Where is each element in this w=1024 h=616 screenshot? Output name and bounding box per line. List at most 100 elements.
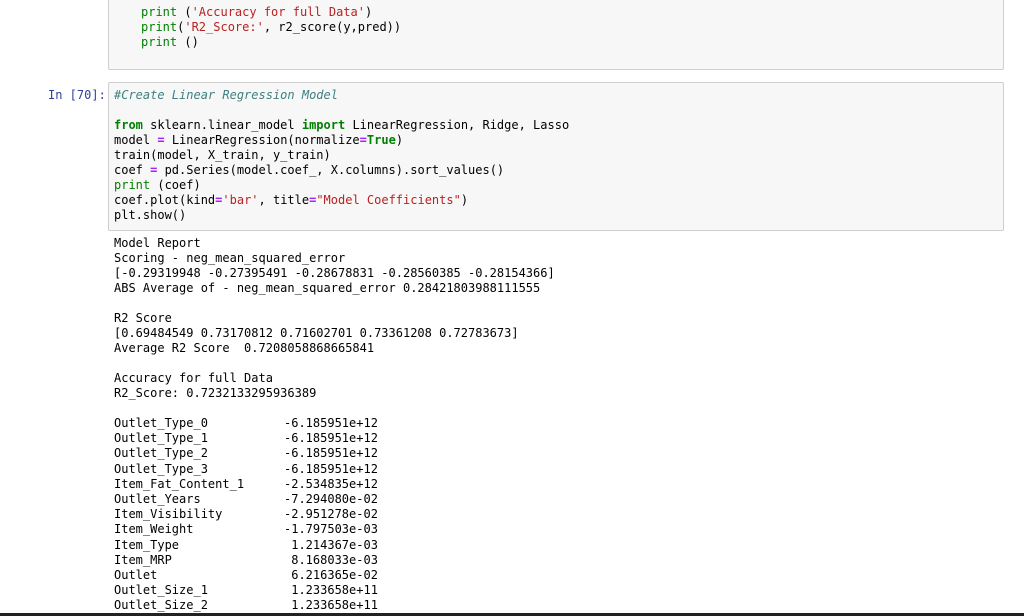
code-line: from sklearn.linear_model import LinearR…	[114, 118, 1003, 133]
code-cell-70[interactable]: #Create Linear Regression Model from skle…	[108, 82, 1004, 231]
coefficient-value: 6.216365e-02	[284, 567, 378, 582]
output-line: Scoring - neg_mean_squared_error	[114, 251, 346, 265]
coefficient-name: Item_MRP	[114, 552, 172, 567]
coefficient-name: Outlet_Type_3	[114, 461, 208, 476]
coefficient-name: Outlet_Type_0	[114, 416, 208, 430]
coefficient-row: Item_Fat_Content_1 -2.534835e+12	[114, 477, 974, 492]
coefficient-value: 1.233658e+11	[284, 583, 378, 598]
code-token: (coef)	[150, 178, 201, 192]
coefficient-row: Item_MRP 8.168033e-03	[114, 553, 974, 568]
coefficient-name: Outlet_Size_2	[114, 598, 208, 613]
code-line: coef = pd.Series(model.coef_, X.columns)…	[114, 163, 1003, 178]
code-token: =	[157, 133, 165, 147]
code-token: #Create Linear Regression Model	[114, 88, 338, 102]
code-token: print	[141, 35, 178, 49]
output-line: R2 Score	[114, 311, 172, 325]
code-token: ()	[177, 35, 199, 49]
coefficient-name: Outlet_Size_1	[114, 583, 208, 598]
code-line: #Create Linear Regression Model	[114, 88, 1003, 103]
code-line: model = LinearRegression(normalize=True)	[114, 133, 1003, 148]
code-token: LinearRegression(normalize	[164, 133, 360, 147]
code-token: 'bar'	[222, 193, 259, 207]
coefficient-value: -1.797503e-03	[284, 522, 378, 537]
code-line: plt.show()	[114, 208, 1003, 223]
code-line: print (coef)	[114, 178, 1003, 193]
code-token: plt.show()	[114, 208, 187, 222]
code-token: from	[114, 118, 143, 132]
output-line: [-0.29319948 -0.27395491 -0.28678831 -0.…	[114, 266, 555, 280]
code-token: print	[141, 20, 178, 34]
coefficient-table: Outlet_Type_0 -6.185951e+12 Outlet_Type_1 -…	[114, 416, 974, 613]
code-line: coef.plot(kind='bar', title="Model Coeff…	[114, 193, 1003, 208]
code-token: coef.plot(kind	[114, 193, 216, 207]
code-token: sklearn.linear_model	[142, 118, 302, 132]
coefficient-row: Outlet_Size_2 1.233658e+11	[114, 598, 974, 613]
coefficient-row: Outlet_Size_1 1.233658e+11	[114, 583, 974, 598]
code-token: model	[114, 133, 158, 147]
code-token: train(model, X_train, y_train)	[114, 148, 331, 162]
output-line: Accuracy for full Data	[114, 371, 273, 385]
output-line: Average R2 Score 0.7208058868665841	[114, 341, 375, 355]
coefficient-name: Item_Visibility	[114, 507, 223, 522]
coefficient-value: -6.185951e+12	[284, 446, 378, 461]
code-token: )	[460, 193, 469, 207]
coefficient-name: Outlet_Type_1	[114, 431, 208, 446]
code-line: print ()	[141, 35, 1003, 50]
code-token: 'Accuracy for full Data'	[191, 5, 365, 19]
coefficient-row: Item_Weight -1.797503e-03	[114, 522, 974, 537]
coefficient-value: 1.214367e-03	[284, 537, 378, 552]
coefficient-name: Item_Type	[114, 537, 180, 552]
coefficient-row: Outlet_Type_0 -6.185951e+12	[114, 416, 974, 431]
code-token: =	[359, 133, 367, 147]
code-token: print	[141, 5, 178, 19]
coefficient-value: -6.185951e+12	[284, 416, 378, 430]
code-token: True	[366, 133, 396, 147]
coefficient-value: -6.185951e+12	[284, 431, 378, 446]
coefficient-value: -2.534835e+12	[284, 476, 378, 491]
code-token: import	[301, 118, 346, 132]
coefficient-value: -2.951278e-02	[284, 507, 378, 522]
code-token: )	[395, 133, 404, 147]
code-token: , title	[258, 193, 310, 207]
output-line: Model Report	[114, 236, 201, 250]
code-line: print ('Accuracy for full Data')	[141, 5, 1003, 20]
code-token: "Model Coefficients"	[316, 193, 461, 207]
coefficient-row: Outlet_Years -7.294080e-02	[114, 492, 974, 507]
code-token: 'R2_Score:'	[184, 20, 264, 34]
coefficient-name: Outlet_Years	[114, 491, 201, 506]
code-cell-previous[interactable]: print ('Accuracy for full Data') print('R…	[108, 0, 1004, 70]
coefficient-name: Item_Fat_Content_1	[114, 476, 245, 491]
code-token: (	[177, 5, 192, 19]
code-token: LinearRegression, Ridge, Lasso	[345, 118, 570, 132]
coefficient-name: Outlet	[114, 567, 158, 582]
coefficient-value: 8.168033e-03	[284, 552, 378, 567]
code-token: coef	[114, 163, 151, 177]
output-line: R2_Score: 0.7232133295936389	[114, 386, 317, 400]
model-report-output: Model Report Scoring - neg_mean_squared_e…	[114, 236, 974, 416]
output-area: Model Report Scoring - neg_mean_squared_e…	[114, 236, 974, 613]
coefficient-row: Outlet 6.216365e-02	[114, 568, 974, 583]
coefficient-value: -7.294080e-02	[284, 491, 378, 506]
coefficient-row: Outlet_Type_2 -6.185951e+12	[114, 446, 974, 461]
code-token: pd.Series(model.coef_, X.columns).sort_v…	[157, 163, 505, 177]
output-line: [0.69484549 0.73170812 0.71602701 0.7336…	[114, 326, 519, 340]
cell-prompt-70: In [70]:	[48, 88, 106, 102]
code-token: print	[114, 178, 151, 192]
code-token: , r2_score(y,pred))	[263, 20, 402, 34]
coefficient-row: Item_Visibility -2.951278e-02	[114, 507, 974, 522]
code-line: print('R2_Score:', r2_score(y,pred))	[141, 20, 1003, 35]
code-token: )	[364, 5, 373, 19]
output-line: ABS Average of - neg_mean_squared_error …	[114, 281, 541, 295]
coefficient-name: Item_Weight	[114, 522, 194, 537]
coefficient-row: Outlet_Type_1 -6.185951e+12	[114, 431, 974, 446]
coefficient-row: Item_Type 1.214367e-03	[114, 538, 974, 553]
coefficient-value: -6.185951e+12	[284, 461, 378, 476]
coefficient-name: Outlet_Type_2	[114, 446, 208, 461]
coefficient-row: Outlet_Type_3 -6.185951e+12	[114, 462, 974, 477]
code-line: train(model, X_train, y_train)	[114, 148, 1003, 163]
coefficient-value: 1.233658e+11	[284, 598, 378, 613]
